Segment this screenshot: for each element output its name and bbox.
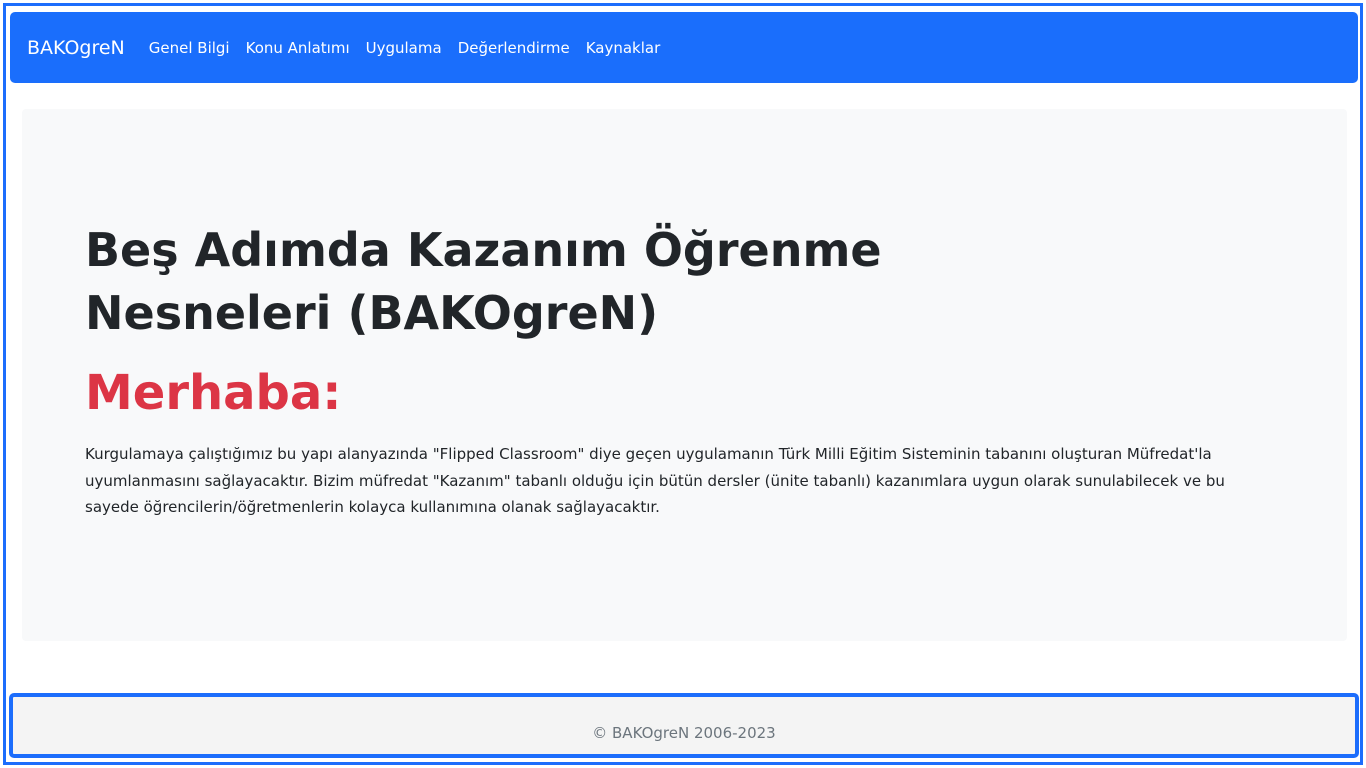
navbar: BAKOgreN Genel Bilgi Konu Anlatımı Uygul… xyxy=(10,12,1358,83)
intro-paragraph: Kurgulamaya çalıştığımız bu yapı alanyaz… xyxy=(85,445,1225,516)
nav-links: Genel Bilgi Konu Anlatımı Uygulama Değer… xyxy=(149,39,677,57)
nav-link-konu-anlatimi[interactable]: Konu Anlatımı xyxy=(246,39,350,57)
greeting-heading: Merhaba: xyxy=(85,365,342,421)
nav-link-kaynaklar[interactable]: Kaynaklar xyxy=(586,39,661,57)
page-title: Beş Adımda Kazanım Öğrenme Nesneleri (BA… xyxy=(85,223,882,340)
brand-link[interactable]: BAKOgreN xyxy=(27,37,125,59)
nav-link-degerlendirme[interactable]: Değerlendirme xyxy=(458,39,570,57)
copyright-text: © BAKOgreN 2006-2023 xyxy=(592,723,776,742)
hero-section: Beş Adımda Kazanım Öğrenme Nesneleri (BA… xyxy=(22,109,1347,641)
nav-link-uygulama[interactable]: Uygulama xyxy=(366,39,442,57)
footer: © BAKOgreN 2006-2023 xyxy=(9,693,1359,758)
nav-link-genel-bilgi[interactable]: Genel Bilgi xyxy=(149,39,230,57)
